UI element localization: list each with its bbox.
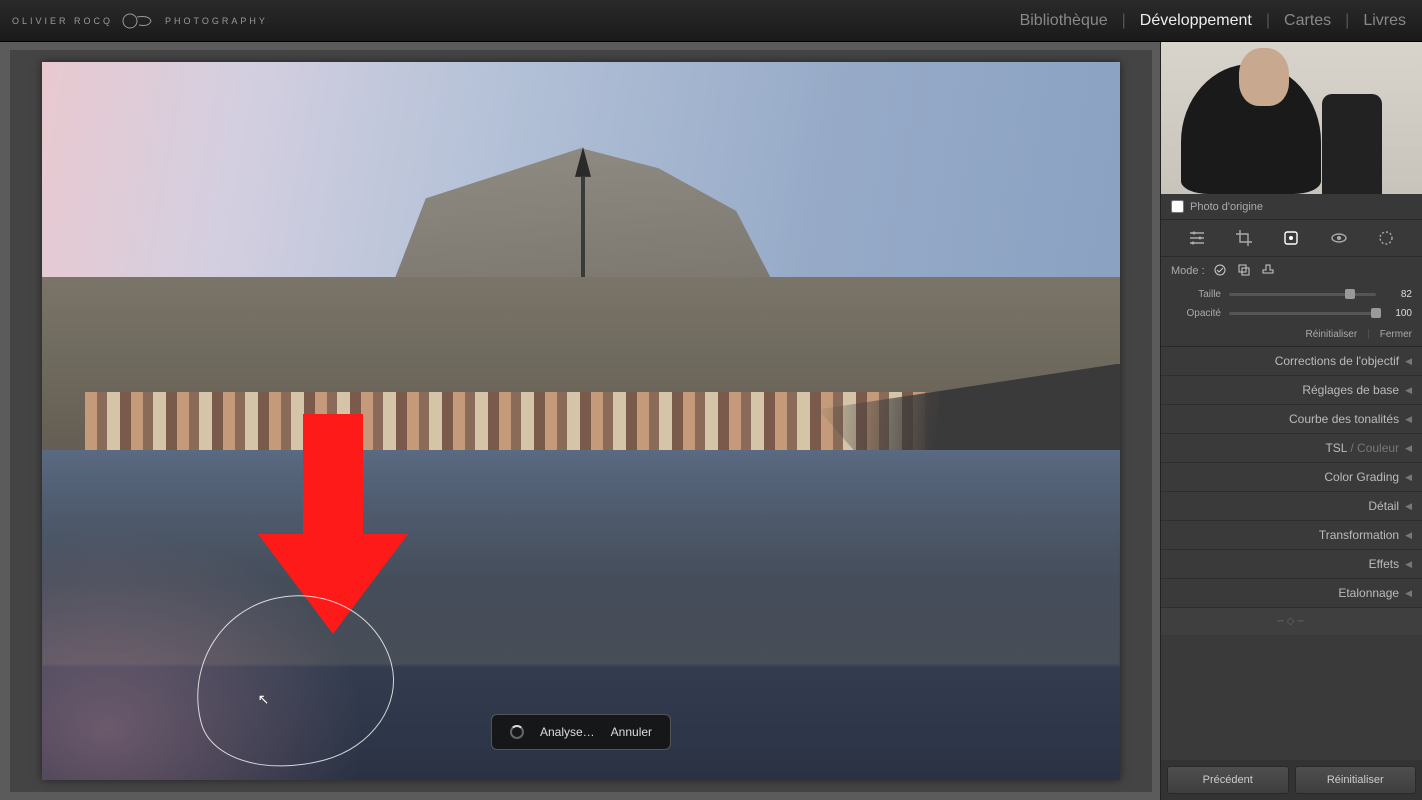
chevron-left-icon: ◀ xyxy=(1405,443,1412,454)
cursor-icon: ↖ xyxy=(258,691,270,708)
heal-brush-icon[interactable] xyxy=(1281,228,1301,248)
size-slider-row: Taille 82 xyxy=(1161,285,1422,304)
workspace: ↖ Analyse… Annuler Photo d'origine xyxy=(0,42,1422,800)
chevron-left-icon: ◀ xyxy=(1405,385,1412,396)
panel-label: Color Grading xyxy=(1324,470,1399,484)
close-link[interactable]: Fermer xyxy=(1380,329,1412,340)
panel-spacer xyxy=(1161,635,1422,760)
mask-icon[interactable] xyxy=(1376,228,1396,248)
nav-separator: | xyxy=(1118,12,1130,30)
nav-book[interactable]: Livres xyxy=(1359,12,1410,30)
reset-close-row: Réinitialiser | Fermer xyxy=(1161,323,1422,347)
adjust-sliders-icon[interactable] xyxy=(1187,228,1207,248)
chevron-left-icon: ◀ xyxy=(1405,501,1412,512)
webcam-head xyxy=(1239,48,1289,106)
tool-strip xyxy=(1161,220,1422,257)
panel-label: Effets xyxy=(1369,557,1399,571)
chevron-left-icon: ◀ xyxy=(1405,414,1412,425)
nav-library[interactable]: Bibliothèque xyxy=(1016,12,1112,30)
original-checkbox[interactable] xyxy=(1171,200,1184,213)
mode-row: Mode : xyxy=(1161,257,1422,285)
size-label: Taille xyxy=(1171,289,1221,300)
opacity-slider[interactable] xyxy=(1229,312,1376,315)
top-bar: OLIVIER ROCQ PHOTOGRAPHY Bibliothèque | … xyxy=(0,0,1422,42)
crop-icon[interactable] xyxy=(1234,228,1254,248)
heal-mode-icon[interactable] xyxy=(1213,263,1229,279)
mode-label: Mode : xyxy=(1171,265,1205,277)
panel-transform[interactable]: Transformation ◀ xyxy=(1161,521,1422,550)
panel-label: Détail xyxy=(1368,499,1399,513)
chevron-left-icon: ◀ xyxy=(1405,356,1412,367)
nav-separator: | xyxy=(1262,12,1274,30)
chevron-left-icon: ◀ xyxy=(1405,588,1412,599)
panel-calibration[interactable]: Etalonnage ◀ xyxy=(1161,579,1422,608)
size-slider[interactable] xyxy=(1229,293,1376,296)
panel-basic[interactable]: Réglages de base ◀ xyxy=(1161,376,1422,405)
chevron-left-icon: ◀ xyxy=(1405,559,1412,570)
stamp-mode-icon[interactable] xyxy=(1261,263,1277,279)
spinner-icon xyxy=(510,725,524,739)
opacity-slider-row: Opacité 100 xyxy=(1161,304,1422,323)
footer-buttons: Précédent Réinitialiser xyxy=(1161,760,1422,800)
panel-detail[interactable]: Détail ◀ xyxy=(1161,492,1422,521)
photo-preview[interactable]: ↖ Analyse… Annuler xyxy=(42,62,1120,780)
nav-separator: | xyxy=(1341,12,1353,30)
analyze-toast: Analyse… Annuler xyxy=(491,714,671,750)
analyze-status: Analyse… xyxy=(540,725,595,739)
reset-link[interactable]: Réinitialiser xyxy=(1305,329,1357,340)
panel-label: Transformation xyxy=(1319,528,1399,542)
separator: | xyxy=(1367,329,1370,340)
panel-label: Corrections de l'objectif xyxy=(1275,354,1399,368)
reset-button[interactable]: Réinitialiser xyxy=(1295,766,1417,794)
chevron-left-icon: ◀ xyxy=(1405,472,1412,483)
canvas-inner: ↖ Analyse… Annuler xyxy=(10,50,1152,792)
canvas-area: ↖ Analyse… Annuler xyxy=(0,42,1160,800)
webcam-overlay xyxy=(1161,42,1422,194)
panel-label: Réglages de base xyxy=(1302,383,1399,397)
nav-map[interactable]: Cartes xyxy=(1280,12,1335,30)
clone-mode-icon[interactable] xyxy=(1237,263,1253,279)
panel-tsl-color[interactable]: TSL / Couleur ◀ xyxy=(1161,434,1422,463)
panel-label: Etalonnage xyxy=(1338,586,1399,600)
original-photo-toggle[interactable]: Photo d'origine xyxy=(1161,194,1422,220)
module-nav: Bibliothèque | Développement | Cartes | … xyxy=(1016,12,1410,30)
chevron-left-icon: ◀ xyxy=(1405,530,1412,541)
brand-logo-icon xyxy=(121,11,157,31)
webcam-chair xyxy=(1322,94,1382,194)
original-label: Photo d'origine xyxy=(1190,201,1263,213)
analyze-cancel[interactable]: Annuler xyxy=(611,725,652,739)
panel-effects[interactable]: Effets ◀ xyxy=(1161,550,1422,579)
redeye-icon[interactable] xyxy=(1329,228,1349,248)
panel-ornament: ∽◇∽ xyxy=(1161,608,1422,635)
right-panel: Photo d'origine Mode : Taille 82 Opacité… xyxy=(1160,42,1422,800)
opacity-label: Opacité xyxy=(1171,308,1221,319)
brand-left: OLIVIER ROCQ xyxy=(12,16,113,26)
panel-label: Courbe des tonalités xyxy=(1289,412,1399,426)
opacity-value[interactable]: 100 xyxy=(1384,308,1412,319)
brand-logo-text: OLIVIER ROCQ PHOTOGRAPHY xyxy=(12,11,268,31)
previous-button[interactable]: Précédent xyxy=(1167,766,1289,794)
nav-develop[interactable]: Développement xyxy=(1136,12,1256,30)
size-value[interactable]: 82 xyxy=(1384,289,1412,300)
brand-right: PHOTOGRAPHY xyxy=(165,16,268,26)
panel-label: TSL / Couleur xyxy=(1325,441,1399,455)
panel-tone-curve[interactable]: Courbe des tonalités ◀ xyxy=(1161,405,1422,434)
panel-color-grading[interactable]: Color Grading ◀ xyxy=(1161,463,1422,492)
panel-lens-corrections[interactable]: Corrections de l'objectif ◀ xyxy=(1161,347,1422,376)
